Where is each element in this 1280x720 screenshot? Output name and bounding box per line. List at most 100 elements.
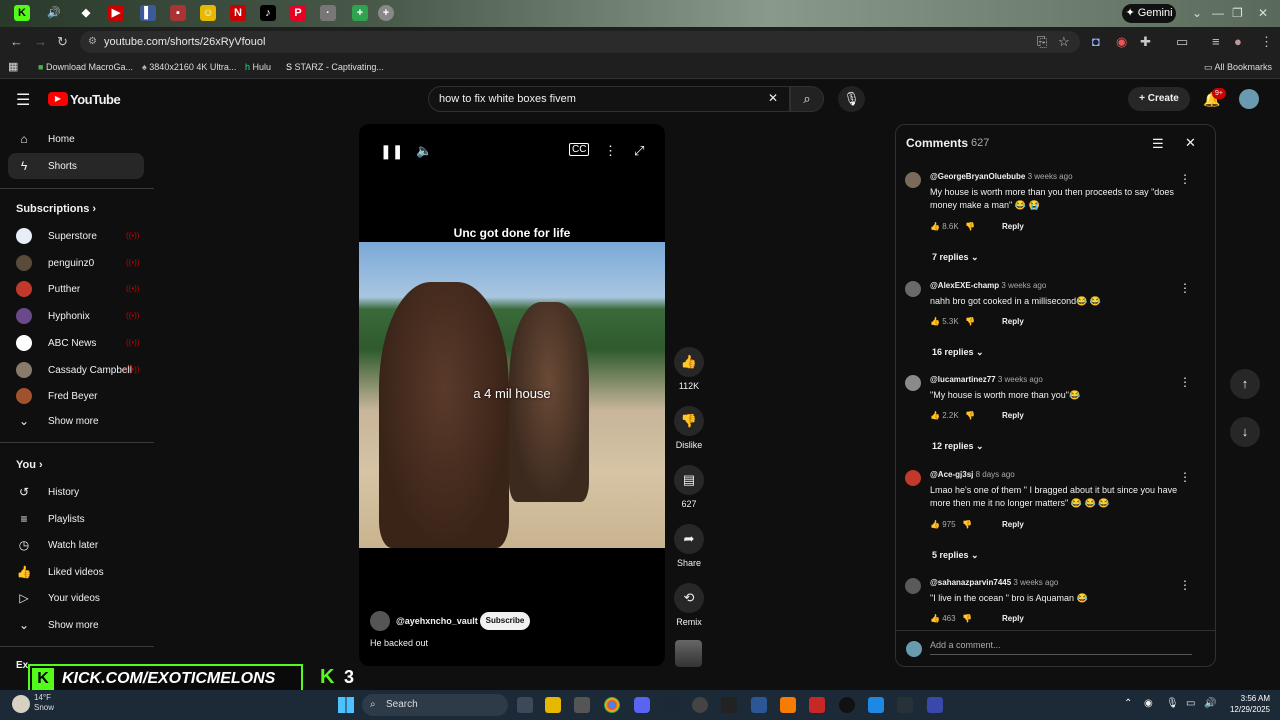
- sound-thumbnail[interactable]: [675, 640, 702, 667]
- tab-search-icon[interactable]: ⌄: [1192, 6, 1202, 20]
- app-icon[interactable]: [809, 697, 825, 713]
- sidebar-item-subscription[interactable]: Superstore ((•)): [8, 223, 144, 249]
- comment-menu-icon[interactable]: ⋮: [1179, 375, 1191, 389]
- thumbs-down-icon[interactable]: 👎: [965, 411, 975, 420]
- weather-widget[interactable]: 14°F Snow: [34, 693, 54, 713]
- dislike-button[interactable]: 👎 Dislike: [672, 406, 706, 450]
- reload-icon[interactable]: ↻: [57, 34, 68, 50]
- sidebar-item-shorts[interactable]: ϟ Shorts: [8, 153, 144, 179]
- view-replies-button[interactable]: 7 replies ⌄: [932, 252, 979, 263]
- tray-icon[interactable]: ◉: [1144, 698, 1153, 709]
- notepad-icon[interactable]: [751, 697, 767, 713]
- sort-icon[interactable]: ☰: [1152, 136, 1164, 152]
- volume-icon[interactable]: 🔈: [416, 143, 432, 159]
- sidebar-item-subscription[interactable]: Fred Beyer: [8, 383, 144, 409]
- view-replies-button[interactable]: 5 replies ⌄: [932, 550, 979, 561]
- windows-start-icon[interactable]: [338, 697, 354, 713]
- show-hidden-icons[interactable]: ⌃: [1124, 698, 1132, 709]
- app-icon[interactable]: [692, 697, 708, 713]
- hamburger-menu-icon[interactable]: ☰: [16, 90, 30, 110]
- tab-icon[interactable]: ▌: [140, 5, 156, 21]
- reply-button[interactable]: Reply: [1002, 411, 1024, 420]
- pause-icon[interactable]: ❚❚: [380, 143, 403, 160]
- sidebar-item-subscription[interactable]: Cassady Campbell ((•)): [8, 357, 144, 383]
- extension-icon[interactable]: ◉: [1116, 34, 1127, 50]
- more-options-icon[interactable]: ⋮: [604, 143, 617, 159]
- microphone-tray-icon[interactable]: 🎙: [1166, 698, 1179, 709]
- taskbar-search[interactable]: ⌕ Search: [362, 694, 508, 716]
- you-heading[interactable]: You ›: [16, 459, 43, 471]
- comment-author[interactable]: @Ace-gj3sj: [930, 470, 973, 479]
- comment-menu-icon[interactable]: ⋮: [1179, 172, 1191, 186]
- tab-icon[interactable]: ◆: [78, 5, 94, 21]
- bookmark-item[interactable]: ■ Download MacroGa...: [38, 62, 133, 72]
- thumbs-up-icon[interactable]: 👍: [930, 222, 940, 231]
- sidebar-item-subscription[interactable]: penguinz0 ((•)): [8, 250, 144, 276]
- sidebar-item-subscription[interactable]: ABC News ((•)): [8, 330, 144, 356]
- previous-short-button[interactable]: ↑: [1230, 369, 1260, 399]
- file-explorer-icon[interactable]: [545, 697, 561, 713]
- gemini-button[interactable]: ✦ Gemini: [1122, 4, 1176, 23]
- terminal-icon[interactable]: [897, 697, 913, 713]
- chrome-menu-icon[interactable]: ⋮: [1260, 34, 1273, 50]
- add-comment-input[interactable]: Add a comment...: [930, 640, 1192, 655]
- commenter-avatar[interactable]: [905, 375, 921, 391]
- tab-icon[interactable]: +: [352, 5, 368, 21]
- reply-button[interactable]: Reply: [1002, 520, 1024, 529]
- steam-icon[interactable]: [663, 697, 679, 713]
- bookmark-item[interactable]: h Hulu: [245, 62, 271, 72]
- like-button[interactable]: 👍 112K: [672, 347, 706, 391]
- remix-button[interactable]: ⟲ Remix: [672, 583, 706, 627]
- tab-groups-icon[interactable]: ≡: [1212, 34, 1220, 49]
- chrome-icon[interactable]: [604, 697, 620, 713]
- fullscreen-icon[interactable]: ⤢: [634, 143, 644, 159]
- comment-menu-icon[interactable]: ⋮: [1179, 281, 1191, 295]
- closed-captions-icon[interactable]: CC: [569, 143, 590, 156]
- bookmark-item[interactable]: S STARZ - Captivating...: [286, 62, 384, 72]
- minimize-icon[interactable]: —: [1212, 6, 1224, 20]
- show-more-you[interactable]: ⌄ Show more: [8, 612, 144, 638]
- obs-icon[interactable]: [839, 697, 855, 713]
- speaker-tab-icon[interactable]: 🔊: [46, 5, 62, 21]
- apps-grid-icon[interactable]: ▦: [8, 60, 18, 73]
- comment-menu-icon[interactable]: ⋮: [1179, 470, 1191, 484]
- bookmark-item[interactable]: ♠ 3840x2160 4K Ultra...: [142, 62, 236, 72]
- comment-author[interactable]: @lucamartinez77: [930, 375, 996, 384]
- thumbs-down-icon[interactable]: 👎: [965, 317, 975, 326]
- forward-icon[interactable]: →: [34, 34, 47, 49]
- address-bar[interactable]: ⚙ youtube.com/shorts/26xRyVfouol: [80, 31, 1080, 53]
- share-button[interactable]: ➦ Share: [672, 524, 706, 568]
- youtube-logo-text[interactable]: YouTube: [70, 92, 121, 107]
- comments-button[interactable]: ▤ 627: [672, 465, 706, 509]
- comment-author[interactable]: @sahanazparvin7445: [930, 578, 1011, 587]
- commenter-avatar[interactable]: [905, 172, 921, 188]
- sidebar-item-subscription[interactable]: Putther ((•)): [8, 276, 144, 302]
- commenter-avatar[interactable]: [905, 281, 921, 297]
- channel-avatar[interactable]: [370, 611, 390, 631]
- reply-button[interactable]: Reply: [1002, 222, 1024, 231]
- app-icon[interactable]: [927, 697, 943, 713]
- subscriptions-heading[interactable]: Subscriptions ›: [16, 203, 96, 215]
- network-icon[interactable]: ▭: [1186, 698, 1195, 709]
- comment-menu-icon[interactable]: ⋮: [1179, 578, 1191, 592]
- app-icon[interactable]: [721, 697, 737, 713]
- thumbs-up-icon[interactable]: 👍: [930, 411, 940, 420]
- youtube-logo-icon[interactable]: ▶: [48, 92, 68, 106]
- discord-icon[interactable]: [634, 697, 650, 713]
- reply-button[interactable]: Reply: [1002, 317, 1024, 326]
- close-window-icon[interactable]: ✕: [1258, 6, 1268, 20]
- tiktok-tab-icon[interactable]: ♪: [260, 5, 276, 21]
- thumbs-up-icon[interactable]: 👍: [930, 317, 940, 326]
- thumbs-up-icon[interactable]: 👍: [930, 614, 940, 623]
- extensions-puzzle-icon[interactable]: ✚: [1140, 34, 1151, 50]
- sidebar-item-history[interactable]: ↺ History: [8, 479, 144, 505]
- sidebar-item-home[interactable]: ⌂ Home: [8, 126, 144, 152]
- pinterest-tab-icon[interactable]: P: [290, 5, 306, 21]
- view-replies-button[interactable]: 16 replies ⌄: [932, 347, 984, 358]
- back-icon[interactable]: ←: [10, 34, 23, 49]
- kick-tab-icon[interactable]: K: [14, 5, 30, 21]
- maximize-icon[interactable]: ❐: [1232, 6, 1243, 20]
- sidebar-item-subscription[interactable]: Hyphonix ((•)): [8, 303, 144, 329]
- install-icon[interactable]: ⎘: [1037, 34, 1047, 50]
- store-icon[interactable]: [574, 697, 590, 713]
